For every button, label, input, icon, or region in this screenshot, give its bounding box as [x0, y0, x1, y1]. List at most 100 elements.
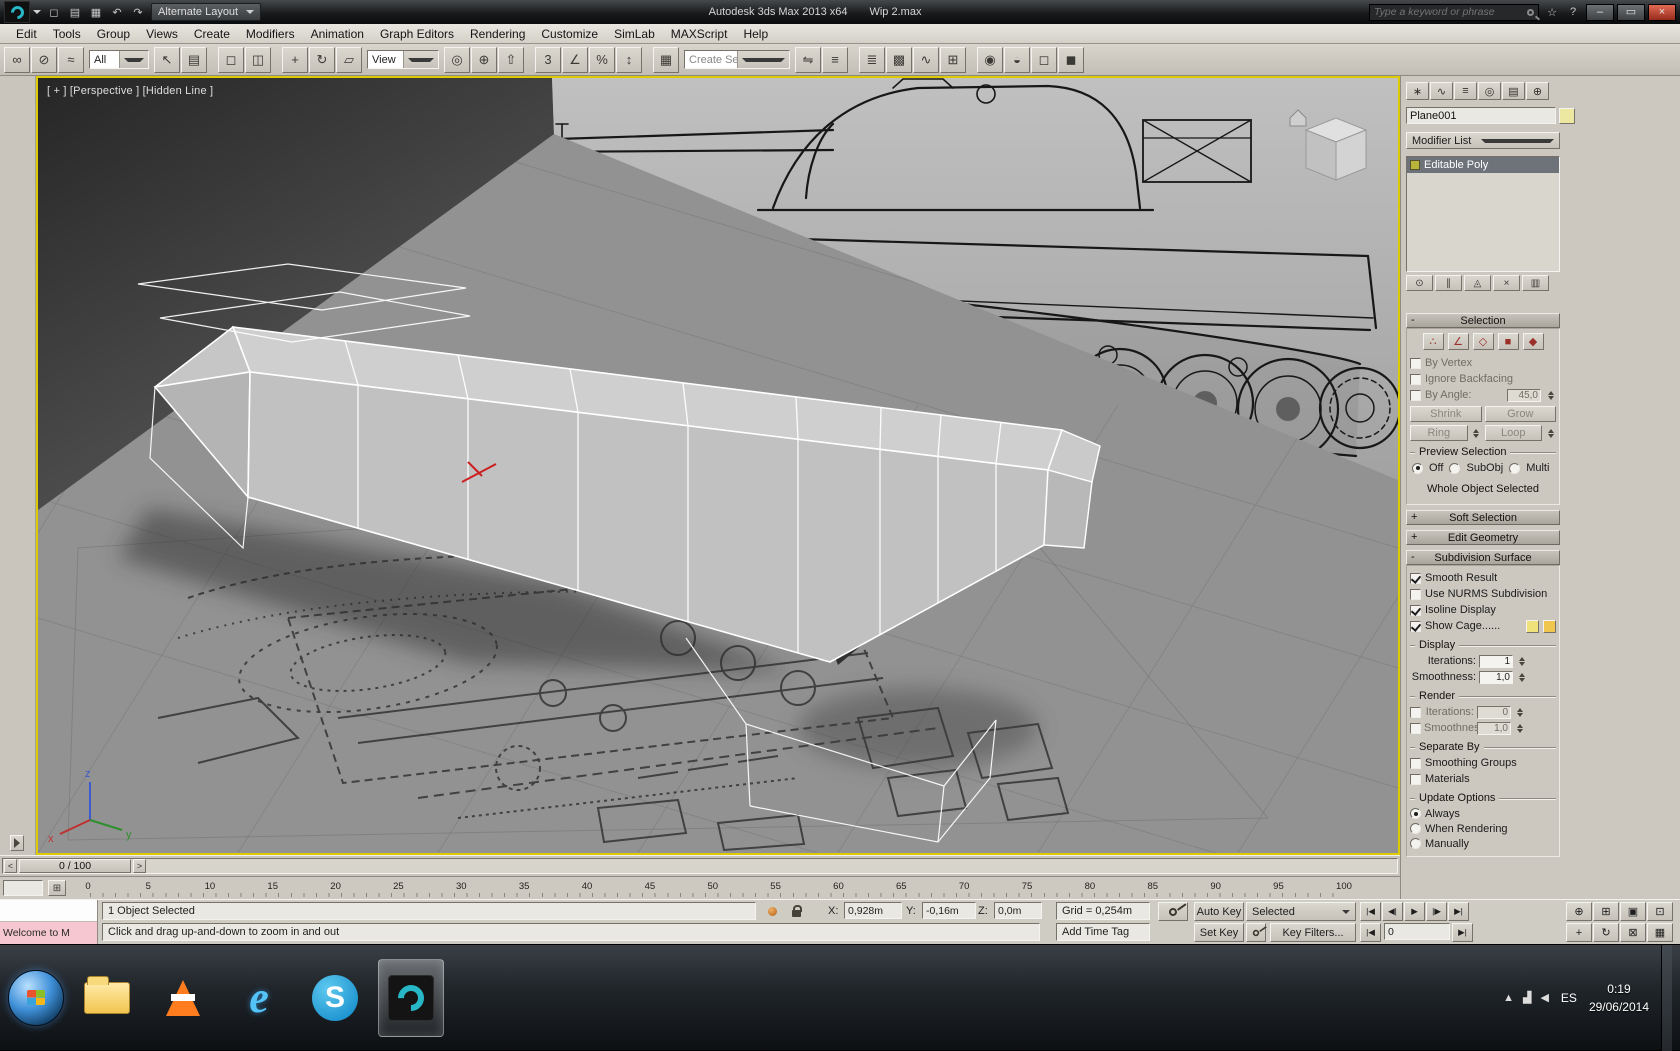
selected-set-dropdown[interactable]: Selected — [1246, 902, 1356, 921]
preview-off-radio[interactable] — [1412, 463, 1423, 474]
vertex-mode-button[interactable]: ∴ — [1423, 333, 1444, 350]
schematic-view-button[interactable]: ⊞ — [940, 47, 966, 73]
named-selection-sets-dropdown[interactable]: Create Selection Se — [684, 50, 790, 69]
z-coordinate-field[interactable] — [994, 902, 1042, 919]
current-frame-field[interactable] — [1384, 923, 1450, 940]
rollout-edit-geometry[interactable]: + Edit Geometry — [1406, 530, 1560, 545]
redo-button[interactable]: ↷ — [128, 3, 148, 21]
menu-item[interactable]: Graph Editors — [372, 26, 462, 42]
display-smoothness-field[interactable] — [1479, 671, 1513, 684]
render-production-button[interactable]: ◼ — [1058, 47, 1084, 73]
taskbar-internet-explorer-button[interactable]: e — [226, 959, 292, 1037]
orbit-button[interactable]: ↻ — [1593, 923, 1619, 942]
next-frame-step-button[interactable]: > — [133, 859, 146, 873]
time-configuration-button[interactable]: ⊞ — [48, 880, 66, 896]
time-slider-track[interactable]: < 0 / 100 > — [2, 858, 1398, 874]
select-and-move-button[interactable]: + — [282, 47, 308, 73]
menu-item[interactable]: Tools — [45, 26, 89, 42]
tab-create[interactable]: ∗ — [1406, 82, 1429, 100]
reference-coordinate-dropdown[interactable]: View — [367, 50, 439, 69]
update-when-rendering-radio[interactable] — [1410, 823, 1421, 834]
flyout-arrow-button[interactable] — [10, 835, 24, 851]
set-key-mode-button[interactable] — [1158, 902, 1188, 921]
menu-item[interactable]: Rendering — [462, 26, 533, 42]
tab-display[interactable]: ▤ — [1502, 82, 1525, 100]
start-button[interactable] — [8, 970, 64, 1026]
next-frame-button[interactable]: |▶ — [1426, 902, 1447, 921]
minimize-button[interactable]: – — [1586, 4, 1614, 21]
previous-frame-button[interactable]: ◀| — [1382, 902, 1403, 921]
go-to-end-button[interactable]: ▶| — [1448, 902, 1469, 921]
angle-snap-button[interactable]: ∠ — [562, 47, 588, 73]
loop-button[interactable]: Loop — [1485, 425, 1543, 441]
window-crossing-button[interactable]: ◫ — [245, 47, 271, 73]
by-angle-checkbox[interactable] — [1410, 390, 1421, 401]
search-input[interactable] — [1374, 6, 1523, 18]
configure-modifier-sets-button[interactable]: ▥ — [1522, 275, 1549, 291]
align-button[interactable]: ≡ — [822, 47, 848, 73]
select-by-name-button[interactable]: ▤ — [181, 47, 207, 73]
key-filters-toggle-button[interactable] — [1246, 923, 1266, 942]
edge-mode-button[interactable]: ∠ — [1448, 333, 1469, 350]
preview-subobj-radio[interactable] — [1449, 463, 1460, 474]
play-button[interactable]: ▶ — [1404, 902, 1425, 921]
render-setup-button[interactable]: ◒ — [1004, 47, 1030, 73]
percent-snap-button[interactable]: % — [589, 47, 615, 73]
graphite-toggle-button[interactable]: ▩ — [886, 47, 912, 73]
close-button[interactable]: × — [1648, 4, 1676, 21]
angle-field[interactable] — [1507, 389, 1541, 402]
hidden-icons-button[interactable]: ▲ — [1503, 992, 1514, 1004]
border-mode-button[interactable]: ◇ — [1473, 333, 1494, 350]
modifier-list-dropdown[interactable]: Modifier List — [1406, 132, 1560, 149]
use-pivot-point-button[interactable]: ◎ — [444, 47, 470, 73]
volume-icon[interactable]: ◀ — [1540, 991, 1548, 1004]
rendered-frame-button[interactable]: ◻ — [1031, 47, 1057, 73]
zoom-all-button[interactable]: ⊞ — [1593, 902, 1619, 921]
field-of-view-button[interactable]: ▦ — [1647, 923, 1673, 942]
select-and-scale-button[interactable]: ▱ — [336, 47, 362, 73]
display-smoothness-spinner[interactable] — [1516, 673, 1527, 682]
display-iterations-spinner[interactable] — [1516, 657, 1527, 666]
menu-item[interactable]: Help — [735, 26, 776, 42]
infocenter-search[interactable] — [1369, 4, 1539, 21]
render-iterations-checkbox[interactable] — [1410, 707, 1421, 718]
favorites-button[interactable]: ☆ — [1542, 3, 1562, 21]
smoothing-groups-checkbox[interactable] — [1410, 758, 1421, 769]
shrink-button[interactable]: Shrink — [1410, 406, 1482, 422]
isoline-display-checkbox[interactable] — [1410, 605, 1421, 616]
menu-item[interactable]: SimLab — [606, 26, 663, 42]
undo-button[interactable]: ↶ — [107, 3, 127, 21]
open-file-button[interactable]: ▤ — [65, 3, 85, 21]
key-filters-button[interactable]: Key Filters... — [1270, 923, 1356, 942]
previous-key-button[interactable]: |◀ — [1360, 923, 1381, 942]
taskbar-skype-button[interactable]: S — [302, 959, 368, 1037]
modifier-stack[interactable]: Editable Poly — [1406, 156, 1560, 272]
zoom-extents-all-button[interactable]: ⊡ — [1647, 902, 1673, 921]
ignore-backfacing-checkbox[interactable] — [1410, 374, 1421, 385]
pan-button[interactable]: + — [1566, 923, 1592, 942]
time-slider-handle[interactable]: 0 / 100 — [19, 859, 131, 873]
pin-stack-button[interactable]: ⊙ — [1406, 275, 1433, 291]
bind-to-space-warp-button[interactable]: ≈ — [58, 47, 84, 73]
perspective-viewport[interactable]: z x y [ + ] [Perspective ] [Hidden Line … — [36, 76, 1400, 855]
viewport-label[interactable]: [ + ] [Perspective ] [Hidden Line ] — [47, 85, 213, 97]
help-button[interactable]: ? — [1563, 3, 1583, 21]
modifier-stack-row[interactable]: Editable Poly — [1407, 157, 1559, 173]
remove-modifier-button[interactable]: × — [1493, 275, 1520, 291]
spinner-snap-button[interactable]: ↕ — [616, 47, 642, 73]
make-unique-button[interactable]: ◬ — [1464, 275, 1491, 291]
use-nurms-checkbox[interactable] — [1410, 589, 1421, 600]
snaps-toggle-button[interactable]: 3 — [535, 47, 561, 73]
menu-item[interactable]: MAXScript — [663, 26, 736, 42]
ring-spinner[interactable] — [1471, 425, 1482, 441]
new-file-button[interactable]: ◻ — [44, 3, 64, 21]
preview-multi-radio[interactable] — [1509, 463, 1520, 474]
edit-named-selection-sets-button[interactable]: ▦ — [653, 47, 679, 73]
tab-modify[interactable]: ∿ — [1430, 82, 1453, 100]
menu-item[interactable]: Group — [89, 26, 138, 42]
rectangular-selection-region-button[interactable]: ◻ — [218, 47, 244, 73]
material-editor-button[interactable]: ◉ — [977, 47, 1003, 73]
show-cage-checkbox[interactable] — [1410, 621, 1421, 632]
add-time-tag-field[interactable]: Add Time Tag — [1056, 923, 1150, 941]
selection-lock-button[interactable] — [786, 902, 806, 921]
